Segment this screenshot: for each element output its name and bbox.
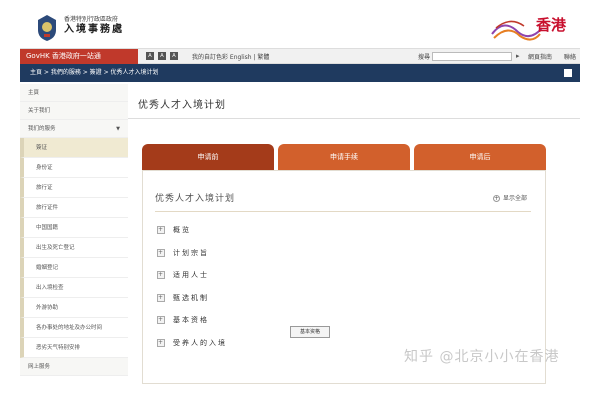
search-input[interactable] [432,52,512,61]
plus-icon: + [492,195,500,202]
sidebar-item-services[interactable]: 我们的服务 [20,120,128,138]
show-all-label: 显示全部 [502,195,527,202]
accordion-label: 概览 [173,226,191,234]
sidebar-item-travel-documents[interactable]: 旅行证件 [20,198,128,218]
sidebar-item-births-deaths[interactable]: 出生及死亡登记 [20,238,128,258]
accordion-label: 基本资格 [173,316,209,324]
title-divider [128,118,580,119]
site-header: 香港特別行政區政府 入境事務處 香港 [20,8,580,48]
department-name-line2: 入境事務處 [64,23,124,35]
expand-icon: + [157,293,166,302]
hover-tooltip: 基本资格 [290,326,330,338]
tab-before-application[interactable]: 申请前 [142,144,274,175]
accordion-label: 甄选机制 [173,293,209,302]
sidebar-item-assistance[interactable]: 外游协助 [20,298,128,318]
print-icon[interactable] [564,69,572,77]
contact-link[interactable]: 聯絡 [564,52,576,61]
accordion-item-selection[interactable]: + 甄选机制 [157,291,227,314]
accordion-label: 计划宗旨 [173,248,209,257]
search-go-icon[interactable]: ▸ [516,52,524,61]
sidebar-item-control-points[interactable]: 出入境检查 [20,278,128,298]
language-links[interactable]: 我的自訂色彩 English | 繁體 [192,52,269,61]
breadcrumb: 主頁 > 我們的服務 > 簽證 > 优秀人才入境计划 [20,64,580,82]
expand-icon: + [157,271,166,279]
watermark: 知乎 @北京小小在香港 [404,349,560,365]
sidebar-item-chinese-nationality[interactable]: 中国国籍 [20,218,128,238]
panel-title: 优秀人才入境计划 [155,194,236,204]
sidebar-item-visa[interactable]: 簽证 [20,138,128,158]
department-name-line1: 香港特別行政區政府 [64,16,119,23]
govhk-logo[interactable]: GovHK 香港政府一站通 [20,49,138,64]
sidebar-item-weather[interactable]: 恶劣天气特别安排 [20,338,128,358]
accordion-item-eligible-persons[interactable]: + 适用人士 [157,268,227,291]
sidebar-item-home[interactable]: 主頁 [20,84,128,102]
govhk-toolbar: GovHK 香港政府一站通 A A A 我的自訂色彩 English | 繁體 … [20,48,580,64]
expand-icon: + [157,316,166,324]
accordion-label: 适用人士 [173,271,209,279]
accordion-item-objective[interactable]: + 计划宗旨 [157,246,227,269]
sitemap-link[interactable]: 網頁指南 [528,52,552,61]
sidebar: 主頁 关于我们 我们的服务 簽证 身份证 旅行证 旅行证件 中国国籍 出生及死亡… [20,84,128,384]
page-title: 优秀人才入境计划 [138,100,226,111]
text-size-small-icon[interactable]: A [146,52,154,60]
accordion-label: 受养人的入境 [173,338,227,347]
accordion-item-basic-eligibility[interactable]: + 基本资格 [157,313,227,336]
sidebar-item-office-hours[interactable]: 各办事处的地址及办公时间 [20,318,128,338]
text-size-large-icon[interactable]: A [170,52,178,60]
text-size-medium-icon[interactable]: A [158,52,166,60]
accordion-list: + 概览 + 计划宗旨 + 适用人士 + 甄选机制 + 基本资格 + 受养人的入境 [157,223,227,358]
expand-icon: + [157,226,166,234]
sidebar-item-marriage[interactable]: 婚姻登记 [20,258,128,278]
department-name[interactable]: 香港特別行政區政府 入境事務處 [64,16,124,36]
tab-after-application[interactable]: 申请后 [414,144,546,170]
expand-icon: + [157,248,166,257]
immigration-emblem-icon[interactable] [36,14,58,42]
sidebar-item-online-services[interactable]: 网上服务 [20,358,128,376]
sidebar-item-travel-permit[interactable]: 旅行证 [20,178,128,198]
tab-application-procedure[interactable]: 申请手续 [278,144,410,170]
breadcrumb-text[interactable]: 主頁 > 我們的服務 > 簽證 > 优秀人才入境计划 [30,69,159,76]
expand-icon: + [157,338,166,347]
search-label: 搜尋 [418,54,431,61]
tab-bar: 申请前 申请手续 申请后 [142,144,546,175]
sidebar-item-identity-card[interactable]: 身份证 [20,158,128,178]
accordion-item-overview[interactable]: + 概览 [157,223,227,246]
panel-divider [155,211,531,212]
brand-hong-kong-text: 香港 [535,16,566,34]
sidebar-item-about[interactable]: 关于我们 [20,102,128,120]
accordion-item-dependants[interactable]: + 受养人的入境 [157,336,227,359]
show-all-button[interactable]: + 显示全部 [492,193,527,202]
